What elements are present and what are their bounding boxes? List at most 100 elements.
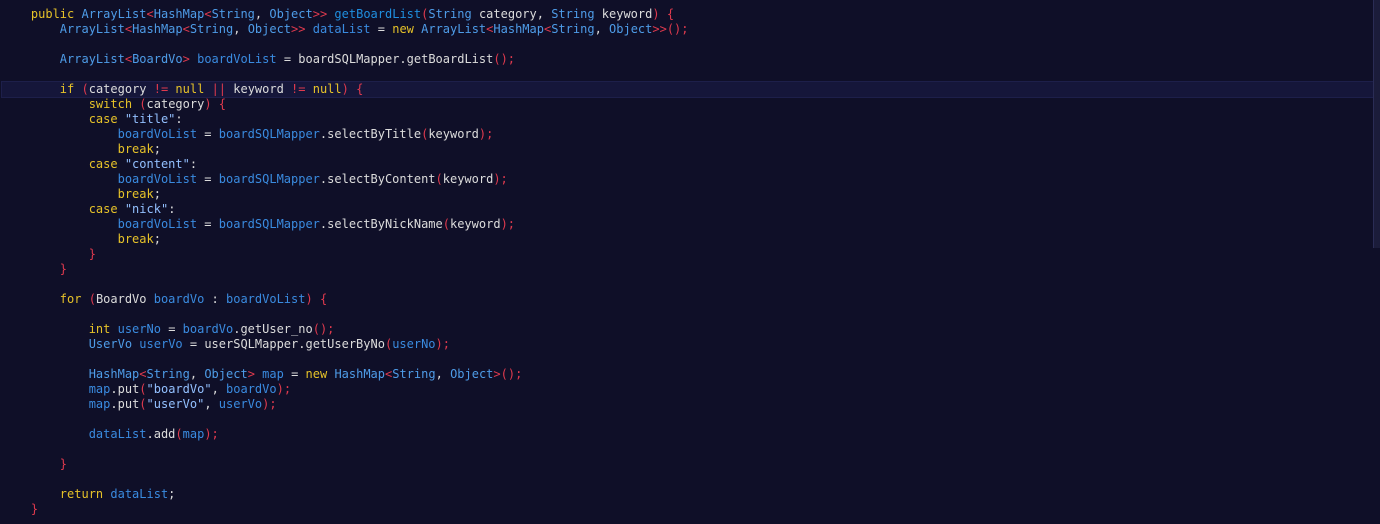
code-token: : [204,292,226,306]
code-token: .selectByTitle [319,127,422,141]
code-editor[interactable]: public ArrayList<HashMap<String, Object>… [0,0,1380,524]
code-line[interactable]: case "nick": [2,202,1374,217]
code-token: getBoardList [334,7,422,21]
code-line[interactable] [2,277,1374,292]
code-line[interactable] [2,472,1374,487]
code-token: ArrayList [421,22,487,36]
code-token: ( [435,172,443,186]
code-line[interactable]: map.put("boardVo", boardVo); [2,382,1374,397]
code-line[interactable]: UserVo userVo = userSQLMapper.getUserByN… [2,337,1374,352]
code-token: boardVoList [197,52,277,66]
code-token: ); [500,217,516,231]
code-token: >(); [493,367,523,381]
code-token: userVo [139,337,183,351]
code-line[interactable]: return dataList; [2,487,1374,502]
code-line[interactable]: if (category != null || keyword != null)… [1,81,1375,98]
code-token: , [204,397,219,411]
code-token: userNo [117,322,161,336]
code-token: > [182,52,190,66]
code-token: = [160,322,183,336]
code-token: HashMap [132,22,183,36]
code-line[interactable]: map.put("userVo", userVo); [2,397,1374,412]
code-token: dataList [110,487,169,501]
code-line[interactable]: dataList.add(map); [2,427,1374,442]
code-token: : [189,157,198,171]
code-line[interactable] [2,442,1374,457]
code-token: ArrayList [59,52,125,66]
code-token: < [146,7,154,21]
vertical-scrollbar[interactable] [1373,0,1380,248]
code-line[interactable] [2,67,1374,82]
code-token: public [30,7,82,21]
code-token: , [594,22,610,36]
code-token: map [182,427,205,441]
code-token: = [370,22,393,36]
code-token: ; [168,487,176,501]
code-token: < [124,22,133,36]
code-token: String [146,367,190,381]
code-line[interactable]: ArrayList<BoardVo> boardVoList = boardSQ… [2,52,1374,67]
code-token: "userVo" [146,397,205,411]
code-line[interactable]: boardVoList = boardSQLMapper.selectByCon… [2,172,1374,187]
code-token: category, [471,7,552,21]
code-token: keyword [226,82,292,96]
code-line[interactable] [2,307,1374,322]
code-token: (); [493,52,516,66]
code-line[interactable]: } [2,457,1374,472]
code-token: { [356,82,364,96]
code-token: ) [341,82,349,96]
code-area[interactable]: public ArrayList<HashMap<String, Object>… [1,7,1375,517]
code-token: HashMap [88,367,140,381]
code-line[interactable]: HashMap<String, Object> map = new HashMa… [2,367,1374,382]
code-line[interactable]: ArrayList<HashMap<String, Object>> dataL… [2,22,1374,37]
code-token: boardVo [153,292,205,306]
code-line[interactable]: break; [2,142,1374,157]
code-token: "title" [124,112,176,126]
code-line[interactable]: case "title": [2,112,1374,127]
code-line[interactable]: break; [2,232,1374,247]
code-token: } [30,502,39,516]
code-line[interactable]: } [2,247,1374,262]
code-token: >>(); [652,22,689,36]
code-line[interactable] [2,37,1374,52]
code-token: userVo [218,397,263,411]
code-token: } [59,262,68,276]
code-token: ) [204,97,212,111]
code-token: String [211,7,255,21]
code-line[interactable]: int userNo = boardVo.getUser_no(); [2,322,1374,337]
code-line[interactable]: } [2,262,1374,277]
code-token: break [117,187,154,201]
code-line[interactable]: switch (category) { [2,97,1374,112]
code-line[interactable]: public ArrayList<HashMap<String, Object>… [2,7,1374,22]
code-line[interactable] [2,412,1374,427]
code-line[interactable]: case "content": [2,157,1374,172]
code-token: >> [312,7,328,21]
code-token: category [88,82,154,96]
code-token: null [168,82,212,96]
code-token: ( [175,427,183,441]
code-token: "boardVo" [146,382,212,396]
code-line[interactable]: boardVoList = boardSQLMapper.selectByTit… [2,127,1374,142]
code-token: Object [247,22,292,36]
code-token: = [283,367,306,381]
code-token: BoardVo [95,292,154,306]
code-token: UserVo [88,337,133,351]
code-line[interactable]: for (BoardVo boardVo : boardVoList) { [2,292,1374,307]
code-token: HashMap [153,7,205,21]
code-line[interactable]: } [2,502,1374,517]
code-line[interactable] [2,352,1374,367]
code-line[interactable]: boardVoList = boardSQLMapper.selectByNic… [2,217,1374,232]
code-token: : [175,112,183,126]
code-token: String [189,22,234,36]
code-token: boardVo [182,322,234,336]
code-line[interactable]: break; [2,187,1374,202]
